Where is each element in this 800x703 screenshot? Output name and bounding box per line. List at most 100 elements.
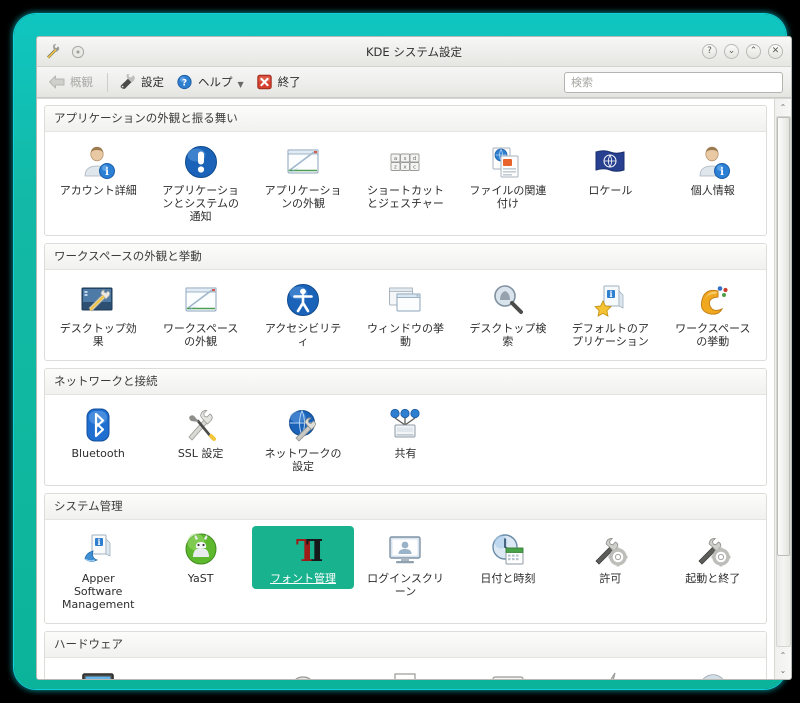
settings-item-label: アカウント詳細 [59, 184, 137, 197]
settings-item-personal-info[interactable]: i 個人情報 [662, 138, 764, 201]
toolbar-separator [107, 72, 108, 92]
titlebar-maximize-button[interactable]: ⌃ [746, 44, 761, 59]
svg-text:d: d [413, 156, 417, 162]
titlebar-close-button[interactable]: ✕ [768, 44, 783, 59]
settings-item-shortcuts[interactable]: asd zxc ショートカットとジェスチャー [354, 138, 456, 214]
section-title: システム管理 [45, 494, 766, 520]
settings-item-input-devices[interactable] [149, 664, 251, 679]
settings-item-ssl[interactable]: SSL 設定 [149, 401, 251, 464]
settings-item-file-associations[interactable]: ファイルの関連付け [457, 138, 559, 214]
keyboard-shortcut-icon: asd zxc [385, 141, 425, 181]
settings-item-desktop-effects[interactable]: デスクトップ効果 [47, 276, 149, 352]
settings-item-login-screen[interactable]: ログインスクリーン [354, 526, 456, 602]
svg-text:a: a [394, 156, 397, 162]
main-toolbar: 概観 設定 ? ヘルプ ▼ 終了 検索 [37, 67, 791, 98]
settings-item-locale[interactable]: ロケール [559, 138, 661, 201]
settings-item-power-management[interactable] [559, 664, 661, 679]
search-input[interactable] [571, 75, 776, 89]
settings-item-info-center[interactable] [662, 664, 764, 679]
settings-item-label: Apper Software Management [61, 572, 135, 611]
input-device-icon [181, 667, 221, 679]
yast-icon [181, 529, 221, 569]
settings-item-removable-devices[interactable] [457, 664, 559, 679]
settings-item-label: ネットワークの設定 [264, 447, 342, 473]
settings-item-permissions[interactable]: 許可 [559, 526, 661, 589]
toolbar-help-label: ヘルプ [198, 75, 233, 89]
settings-item-multimedia[interactable] [252, 664, 354, 679]
scroll-up-button[interactable]: ⌃ [776, 100, 791, 115]
chevron-down-icon[interactable]: ▼ [238, 80, 244, 89]
workspace-style-icon [181, 279, 221, 319]
help-icon: ? [176, 74, 194, 90]
icon-grid: デスクトップ効果 ワークスペースの外観 アクセシビリティ ウィンドウの挙動 デス… [45, 270, 766, 360]
display-monitor-icon [78, 667, 118, 679]
notification-icon [181, 141, 221, 181]
ssl-tools-icon [181, 404, 221, 444]
settings-item-apper[interactable]: i Apper Software Management [47, 526, 149, 615]
settings-item-window-behavior[interactable]: ウィンドウの挙動 [354, 276, 456, 352]
section-hardware: ハードウェア [44, 631, 767, 679]
power-icon [590, 667, 630, 679]
settings-item-label: ショートカットとジェスチャー [366, 184, 444, 210]
search-box[interactable] [564, 71, 783, 93]
icon-grid: Bluetooth SSL 設定 ネットワークの設定 共有 [45, 395, 766, 485]
svg-text:?: ? [182, 78, 187, 88]
settings-item-label: デスクトップ効果 [59, 322, 137, 348]
settings-item-desktop-search[interactable]: デスクトップ検索 [457, 276, 559, 352]
network-settings-icon [283, 404, 323, 444]
toolbar-quit-button[interactable]: 終了 [253, 72, 307, 92]
scrollbar-thumb[interactable] [776, 117, 790, 557]
settings-item-label: フォント管理 [270, 572, 337, 585]
settings-item-date-time[interactable]: 日付と時刻 [457, 526, 559, 589]
settings-item-accessibility[interactable]: アクセシビリティ [252, 276, 354, 352]
section-title: アプリケーションの外観と振る舞い [45, 106, 766, 132]
settings-item-display[interactable] [47, 664, 149, 679]
settings-item-workspace-appearance[interactable]: ワークスペースの外観 [149, 276, 251, 352]
settings-item-workspace-behavior[interactable]: ワークスペースの挙動 [662, 276, 764, 352]
settings-item-label: 起動と終了 [685, 572, 741, 585]
settings-item-label: YaST [187, 572, 214, 585]
desktop-background: KDE システム設定 ? ⌄ ⌃ ✕ 概観 設定 ? ヘルプ ▼ 終了 検索 ア… [0, 0, 800, 703]
settings-item-sharing[interactable]: 共有 [354, 401, 456, 464]
icon-grid: i アカウント詳細 アプリケーションとシステムの通知 アプリケーションの外観 a… [45, 132, 766, 235]
settings-item-yast[interactable]: YaST [149, 526, 251, 589]
section-workspace-appearance: ワークスペースの外観と挙動 デスクトップ効果 ワークスペースの外観 アクセシビリ… [44, 243, 767, 361]
default-apps-icon: i [590, 279, 630, 319]
settings-item-network-settings[interactable]: ネットワークの設定 [252, 401, 354, 477]
toolbar-configure-button[interactable]: 設定 [116, 72, 170, 92]
settings-item-font-management[interactable]: T T フォント管理 [251, 526, 355, 589]
settings-item-label: ワークスペースの外観 [162, 322, 239, 348]
toolbar-help-button[interactable]: ? ヘルプ ▼ [173, 72, 250, 92]
svg-text:i: i [98, 537, 101, 547]
settings-item-notifications[interactable]: アプリケーションとシステムの通知 [149, 138, 251, 227]
svg-text:s: s [404, 156, 407, 162]
toolbar-overview-button[interactable]: 概観 [45, 72, 99, 92]
back-arrow-icon [48, 74, 66, 90]
svg-text:z: z [395, 165, 398, 171]
settings-item-label: ウィンドウの挙動 [366, 322, 444, 348]
titlebar-minimize-button[interactable]: ⌄ [724, 44, 739, 59]
settings-item-default-applications[interactable]: i デフォルトのアプリケーション [559, 276, 661, 352]
settings-item-startup-shutdown[interactable]: 起動と終了 [662, 526, 764, 589]
workspace-behavior-icon [693, 279, 733, 319]
vertical-scrollbar[interactable]: ⌃ ⌃ ⌄ [774, 99, 791, 679]
settings-item-printer[interactable] [354, 664, 456, 679]
settings-item-app-appearance[interactable]: アプリケーションの外観 [252, 138, 354, 214]
scroll-up-button-bottom[interactable]: ⌃ [776, 648, 791, 663]
printer-icon [385, 667, 425, 679]
settings-item-label: 個人情報 [690, 184, 735, 197]
font-management-icon: T T [283, 529, 323, 569]
toolbar-configure-label: 設定 [141, 75, 164, 89]
scroll-down-button[interactable]: ⌄ [776, 663, 791, 678]
titlebar-help-button[interactable]: ? [702, 44, 717, 59]
settings-item-account-details[interactable]: i アカウント詳細 [47, 138, 149, 201]
settings-item-bluetooth[interactable]: Bluetooth [47, 401, 149, 464]
settings-item-label: アクセシビリティ [264, 322, 342, 348]
window-titlebar[interactable]: KDE システム設定 ? ⌄ ⌃ ✕ [37, 37, 791, 67]
section-title: ワークスペースの外観と挙動 [45, 244, 766, 270]
window-controls: ? ⌄ ⌃ ✕ [702, 44, 783, 59]
scrollbar-track[interactable] [775, 116, 791, 647]
removable-device-icon [488, 667, 528, 679]
tools-icon [45, 43, 63, 60]
bluetooth-icon [78, 404, 118, 444]
